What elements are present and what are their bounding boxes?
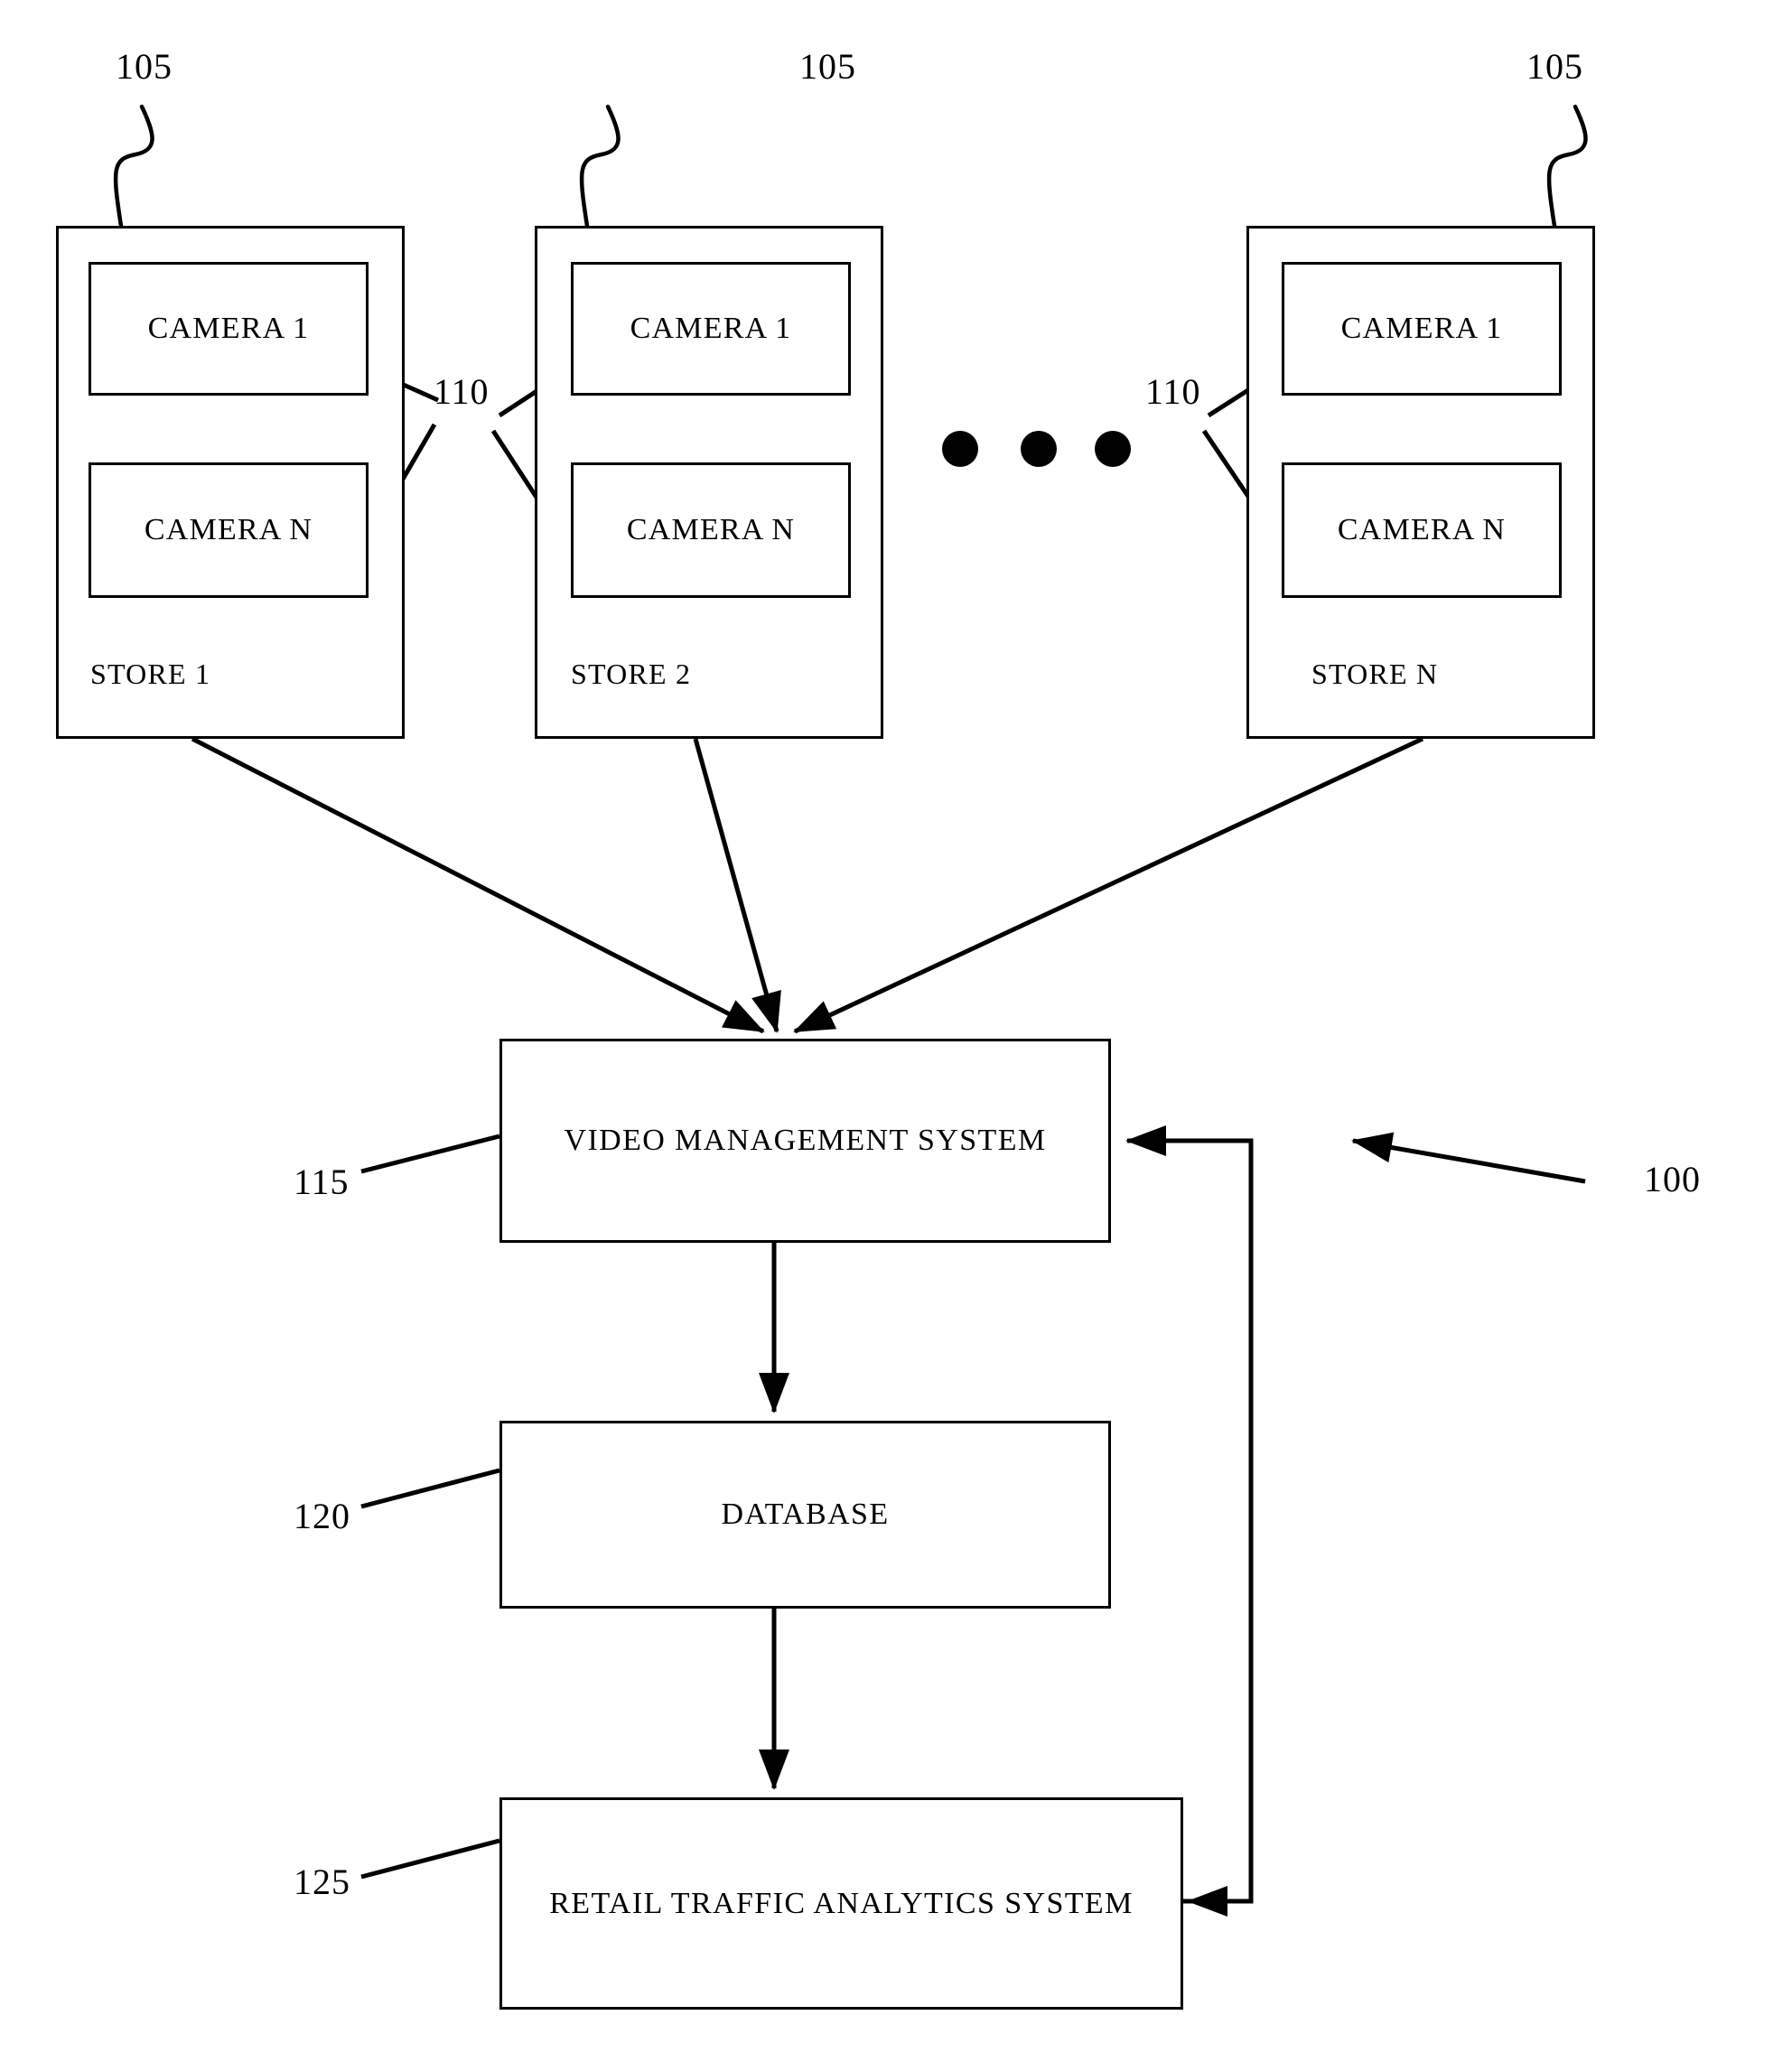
ref-numeral-105-store-n: 105	[1526, 46, 1583, 87]
camera-box-store-2-camera-n[interactable]: CAMERA N	[571, 462, 851, 598]
store-label-store-1: STORE 1	[90, 657, 211, 690]
arrow-store-1-to-vms	[191, 736, 765, 1034]
ref-numeral-105-store-1: 105	[116, 46, 173, 87]
camera-box-store-n-camera-1[interactable]: CAMERA 1	[1282, 262, 1562, 396]
camera-label: CAMERA 1	[630, 312, 792, 345]
ref-numeral-110-store-n: 110	[1145, 371, 1201, 412]
camera-label: CAMERA 1	[1340, 312, 1503, 345]
ellipsis-dot	[1021, 431, 1057, 467]
arrow-analytics-to-vms-feedback	[1125, 1125, 1254, 1917]
camera-label: CAMERA N	[1337, 513, 1507, 546]
ref-numeral-105-store-2: 105	[799, 46, 856, 87]
ref-numeral-120: 120	[294, 1496, 350, 1536]
ellipsis-dot	[942, 431, 978, 467]
arrow-store-2-to-vms	[693, 738, 781, 1033]
leader-line-105-store-n	[1546, 104, 1588, 229]
block-label-database: DATABASE	[721, 1498, 890, 1531]
camera-label: CAMERA N	[626, 513, 796, 546]
camera-box-store-1-camera-n[interactable]: CAMERA N	[89, 462, 369, 598]
figure-canvas: CAMERA 1 CAMERA N STORE 1 CAMERA 1 CAMER…	[0, 0, 1792, 2062]
camera-box-store-1-camera-1[interactable]: CAMERA 1	[89, 262, 369, 396]
block-label-vms: VIDEO MANAGEMENT SYSTEM	[564, 1124, 1047, 1157]
ref-numeral-125: 125	[294, 1861, 350, 1902]
store-label-store-n: STORE N	[1311, 657, 1439, 690]
camera-label: CAMERA N	[144, 513, 313, 546]
leader-line-105-store-1	[113, 104, 154, 229]
ref-numeral-100: 100	[1644, 1159, 1701, 1199]
camera-box-store-n-camera-n[interactable]: CAMERA N	[1282, 462, 1562, 598]
camera-label: CAMERA 1	[147, 312, 310, 345]
ref-numeral-115: 115	[294, 1162, 350, 1202]
ellipsis-dot	[1095, 431, 1131, 467]
leader-line-105-store-2	[579, 104, 621, 229]
arrow-store-n-to-vms	[793, 736, 1424, 1034]
store-label-store-2: STORE 2	[571, 657, 692, 690]
ref-numeral-110-store-1: 110	[434, 371, 490, 412]
block-label-analytics: RETAIL TRAFFIC ANALYTICS SYSTEM	[549, 1886, 1134, 1920]
leader-arrow-100	[1351, 1132, 1586, 1184]
camera-box-store-2-camera-1[interactable]: CAMERA 1	[571, 262, 851, 396]
